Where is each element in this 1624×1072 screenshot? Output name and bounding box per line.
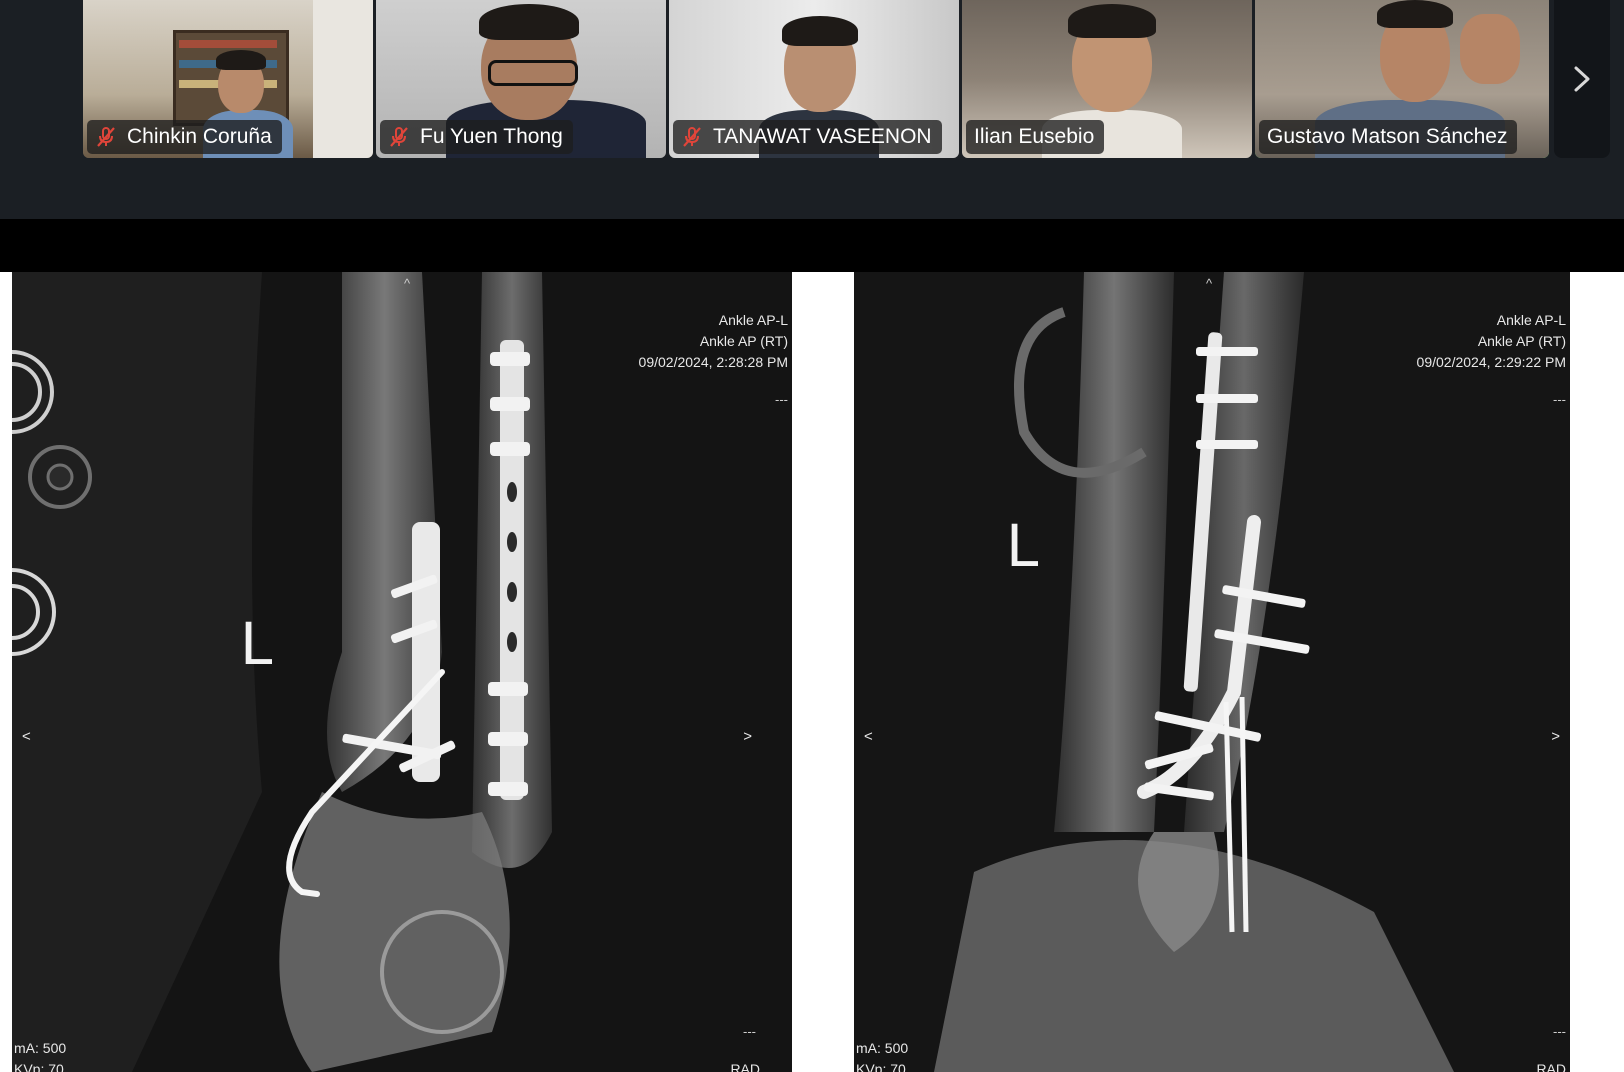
participant-name-tag: Chinkin Coruña (87, 120, 282, 154)
participant-name-tag: Fu Yuen Thong (380, 120, 573, 154)
participant-name-tag: Ilian Eusebio (966, 120, 1105, 154)
video-tile-ilian[interactable]: Ilian Eusebio (962, 0, 1252, 158)
participant-name-tag: TANAWAT VASEENON (673, 120, 942, 154)
xray-meta-top: Ankle AP-L Ankle AP (RT) 09/02/2024, 2:2… (1417, 310, 1566, 373)
xray-next-arrow[interactable]: > (1551, 728, 1560, 745)
xray-graphic (854, 272, 1570, 1072)
xray-prev-arrow[interactable]: < (22, 728, 31, 745)
xray-prev-arrow[interactable]: < (864, 728, 873, 745)
xray-rad: RAD (730, 1061, 760, 1072)
participant-name: Fu Yuen Thong (420, 125, 563, 148)
xray-series: Ankle AP-L (1496, 312, 1566, 328)
xray-top-caret: ^ (1206, 276, 1213, 291)
xray-timestamp: 09/02/2024, 2:29:22 PM (1416, 354, 1566, 370)
video-tile-chinkin[interactable]: Chinkin Coruña (83, 0, 373, 158)
xray-image-right: ^ Ankle AP-L Ankle AP (RT) 09/02/2024, 2… (854, 272, 1570, 1072)
xray-ma: mA: 500 (856, 1040, 909, 1056)
xray-dashes-bottom: --- (743, 1024, 756, 1039)
participant-name: Ilian Eusebio (974, 125, 1095, 148)
mic-muted-icon (683, 127, 701, 147)
chevron-right-icon (1574, 66, 1590, 92)
video-tile-gustavo[interactable]: Gustavo Matson Sánchez (1255, 0, 1549, 158)
xray-timestamp: 09/02/2024, 2:28:28 PM (638, 354, 788, 370)
xray-ma: mA: 500 (14, 1040, 67, 1056)
xray-meta-bottom-left: mA: 500 KVp: 70 (856, 1038, 908, 1072)
share-header-band (0, 219, 1624, 272)
xray-meta-bottom-right: RAD (1536, 1059, 1566, 1072)
xray-next-arrow[interactable]: > (743, 728, 752, 745)
xray-meta-top: Ankle AP-L Ankle AP (RT) 09/02/2024, 2:2… (639, 310, 788, 373)
xray-image-left: ^ Ankle AP-L Ankle AP (RT) 09/02/2024, 2… (12, 272, 792, 1072)
xray-kvp: KVp: 70 (856, 1061, 906, 1072)
participant-name-tag: Gustavo Matson Sánchez (1259, 120, 1518, 154)
xray-dashes: --- (1553, 392, 1566, 407)
xray-rad: RAD (1536, 1061, 1566, 1072)
xray-series: Ankle AP-L (718, 312, 788, 328)
video-tile-fu-yuen[interactable]: Fu Yuen Thong (376, 0, 666, 158)
xray-meta-bottom-left: mA: 500 KVp: 70 (14, 1038, 66, 1072)
laterality-marker: L (1006, 512, 1039, 580)
laterality-marker: L (240, 610, 273, 678)
xray-view: Ankle AP (RT) (1477, 333, 1566, 349)
gallery-next-button[interactable] (1554, 0, 1610, 158)
participant-name: Chinkin Coruña (127, 125, 272, 148)
participant-name: TANAWAT VASEENON (713, 125, 932, 148)
mic-muted-icon (97, 127, 115, 147)
xray-view: Ankle AP (RT) (699, 333, 788, 349)
mic-muted-icon (390, 127, 408, 147)
xray-top-caret: ^ (404, 276, 411, 291)
xray-meta-bottom-right: RAD (730, 1059, 760, 1072)
participant-name: Gustavo Matson Sánchez (1267, 125, 1508, 148)
xray-dashes: --- (775, 392, 788, 407)
video-tile-tanawat[interactable]: TANAWAT VASEENON (669, 0, 959, 158)
xray-kvp: KVp: 70 (14, 1061, 64, 1072)
xray-dashes-bottom: --- (1553, 1024, 1566, 1039)
xray-graphic (12, 272, 792, 1072)
